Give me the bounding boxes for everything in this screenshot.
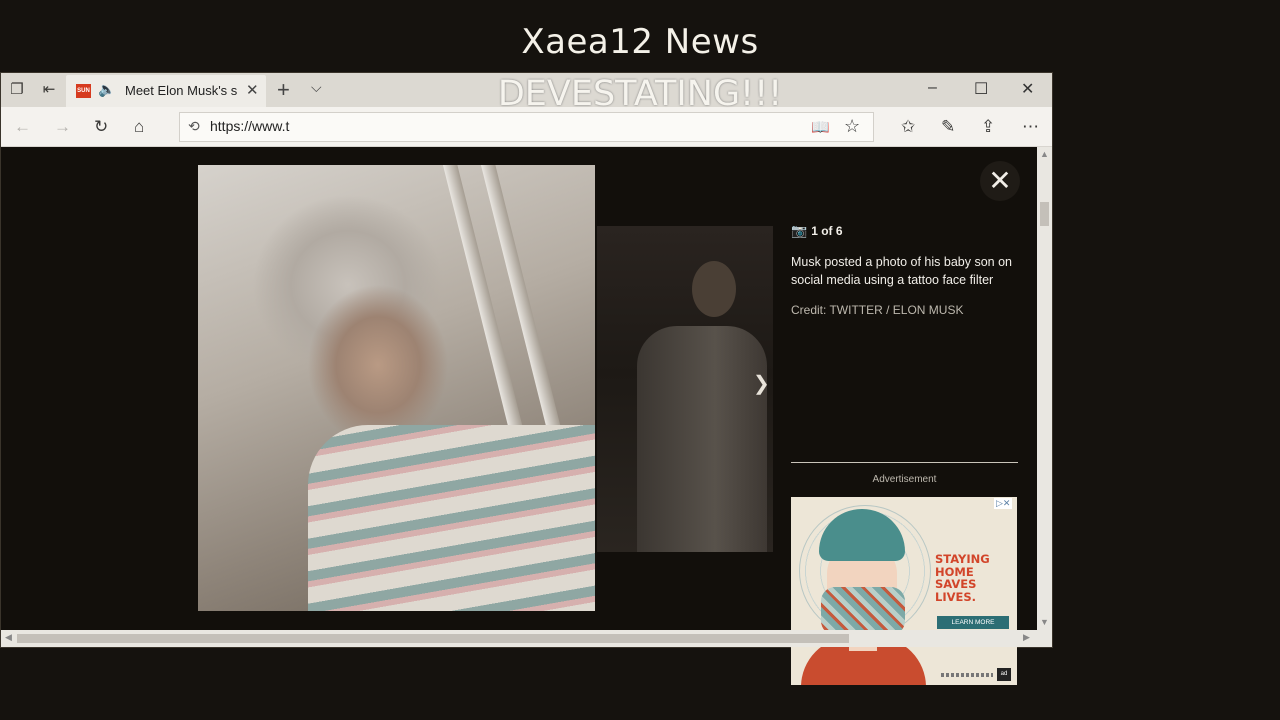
scroll-up-icon[interactable]: ▲ <box>1040 149 1049 159</box>
refresh-icon[interactable]: ↻ <box>94 117 108 137</box>
pen-icon[interactable]: ✎ <box>941 117 955 137</box>
gallery-next-photo[interactable] <box>597 226 773 552</box>
adchoices-icon[interactable]: ▷✕ <box>994 498 1013 509</box>
advertisement-banner[interactable]: STAYING HOME SAVES LIVES. LEARN MORE ▷✕ … <box>791 497 1017 685</box>
photo-counter-text: 1 of 6 <box>811 224 843 238</box>
photo-caption: Musk posted a photo of his baby son on s… <box>791 255 1012 287</box>
learn-more-button[interactable]: LEARN MORE <box>937 616 1009 629</box>
camera-icon: 📷 <box>791 223 808 238</box>
page-content: ❯ ✕ 📷 1 of 6 Musk posted a photo of his b… <box>1 147 1037 685</box>
caption-panel: 📷 1 of 6 Musk posted a photo of his baby … <box>791 223 1019 317</box>
scroll-right-icon[interactable]: ▶ <box>1023 632 1030 643</box>
vertical-scrollbar[interactable]: ▲ ▼ <box>1037 147 1052 630</box>
photo-counter: 📷 1 of 6 <box>791 223 1019 241</box>
ad-headline: STAYING HOME SAVES LIVES. <box>935 552 990 604</box>
book-icon[interactable]: 📖 <box>811 118 830 136</box>
figure-suit <box>637 326 767 552</box>
back-arrow-icon[interactable]: ← <box>14 117 31 137</box>
forward-arrow-icon[interactable]: → <box>54 117 71 137</box>
photo-credit: Credit: TWITTER / ELON MUSK <box>791 303 964 317</box>
divider <box>791 462 1018 463</box>
scroll-left-icon[interactable]: ◀ <box>5 632 12 643</box>
ad-badge: ad <box>997 668 1011 681</box>
advertisement-label: Advertisement <box>872 474 937 485</box>
gallery-main-photo <box>198 165 595 611</box>
figure-head <box>692 261 736 317</box>
swaddle-blanket <box>308 425 595 611</box>
browser-window: ❐ ⇤ SUN 🔈 Meet Elon Musk's s ✕ + ⌵ – ☐ ✕… <box>1 73 1052 685</box>
close-gallery-button[interactable]: ✕ <box>980 161 1020 201</box>
scrollbar-thumb[interactable] <box>17 634 849 643</box>
video-title: Xaea12 News <box>521 22 759 62</box>
history-icon: ⟲ <box>188 118 200 134</box>
url-input[interactable] <box>210 118 790 134</box>
address-bar[interactable]: ⟲ 📖 ☆ <box>179 112 874 142</box>
horizontal-scrollbar[interactable]: ◀ ▶ <box>1 630 1037 647</box>
ad-fine-print <box>941 673 993 677</box>
chevron-right-icon[interactable]: ❯ <box>753 371 770 396</box>
star-icon[interactable]: ☆ <box>844 116 860 137</box>
more-icon[interactable]: ⋯ <box>1022 117 1039 137</box>
face-mask <box>821 587 905 635</box>
scroll-down-icon[interactable]: ▼ <box>1040 617 1049 627</box>
home-icon[interactable]: ⌂ <box>134 117 144 137</box>
favorites-list-icon[interactable]: ✩ <box>901 117 915 137</box>
share-icon[interactable]: ⇪ <box>981 117 995 137</box>
overlay-banner: DEVESTATING!!! <box>497 74 783 114</box>
scrollbar-thumb[interactable] <box>1040 202 1049 226</box>
